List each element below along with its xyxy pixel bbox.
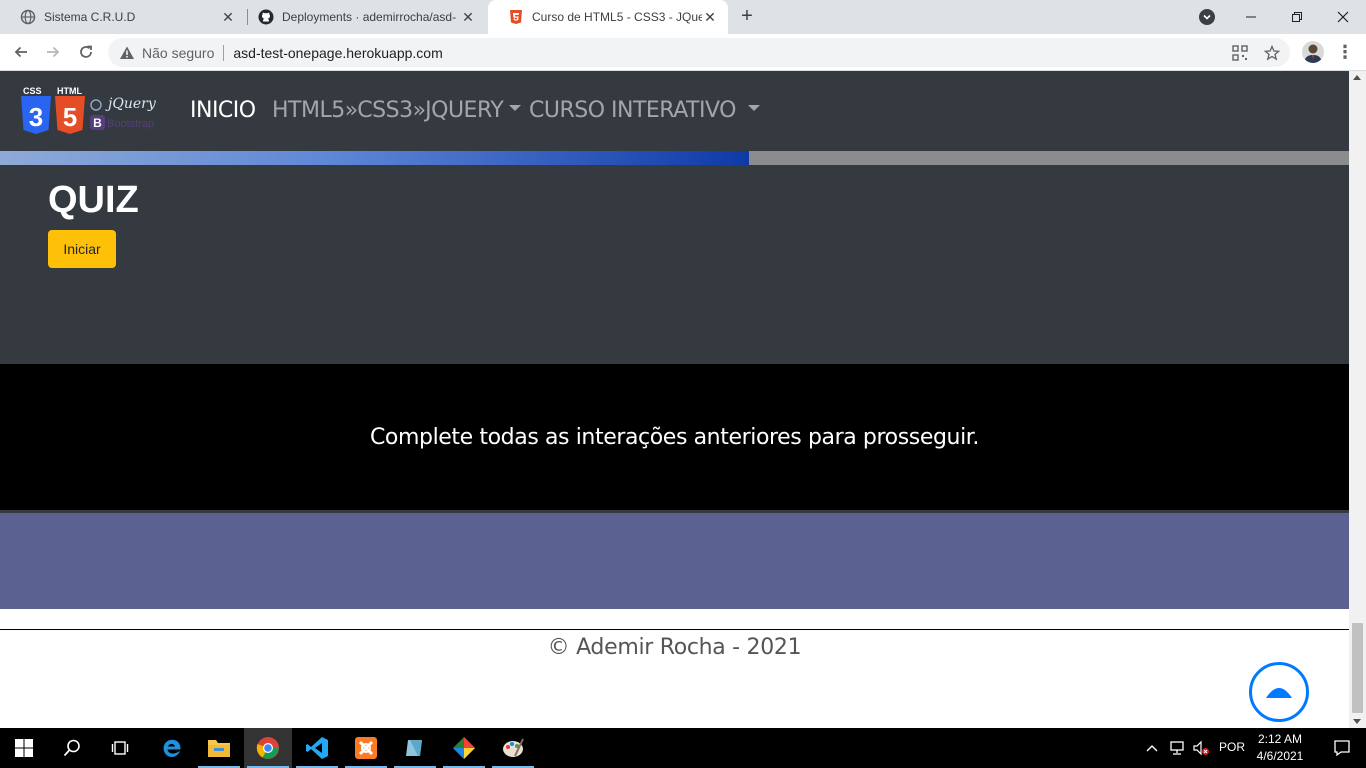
notice-text: Complete todas as interações anteriores …: [369, 424, 980, 450]
task-view-icon[interactable]: [96, 728, 144, 768]
scroll-down-icon[interactable]: [1353, 719, 1361, 724]
tab-title: Deployments · ademirrocha/asd-: [282, 10, 457, 24]
arrow-up-icon: [1264, 680, 1294, 705]
back-button[interactable]: [8, 39, 34, 65]
svg-text:B: B: [93, 116, 102, 130]
locked-notice: Complete todas as interações anteriores …: [0, 364, 1349, 510]
close-window-button[interactable]: [1320, 0, 1366, 34]
git-icon[interactable]: [440, 728, 488, 768]
svg-text:CSS: CSS: [23, 86, 42, 96]
footer-divider: [0, 629, 1349, 630]
notifications-icon[interactable]: [1318, 728, 1366, 768]
warning-icon[interactable]: [118, 44, 136, 62]
paint-icon[interactable]: [489, 728, 537, 768]
minimize-button[interactable]: [1228, 0, 1274, 34]
html5-icon: [508, 9, 524, 25]
network-icon[interactable]: [1166, 728, 1188, 768]
clock-date: 4/6/2021: [1256, 749, 1304, 763]
svg-text:jQuery: jQuery: [105, 96, 157, 112]
clock-time: 2:12 AM: [1257, 732, 1303, 746]
quiz-section: QUIZ Iniciar: [0, 165, 1349, 364]
nav-inicio[interactable]: INICIO: [190, 98, 256, 123]
footer-band: [0, 510, 1349, 609]
restore-button[interactable]: [1274, 0, 1320, 34]
tab-search-icon[interactable]: [1199, 9, 1215, 25]
windows-taskbar: POR 2:12 AM 4/6/2021: [0, 728, 1366, 768]
page-scrollbar[interactable]: [1349, 71, 1366, 728]
back-to-top-button[interactable]: [1249, 662, 1309, 722]
start-icon[interactable]: [0, 728, 48, 768]
browser-tab-strip: Sistema C.R.U.D ✕ Deployments · ademirro…: [0, 0, 1366, 34]
svg-text:Bootstrap: Bootstrap: [107, 118, 154, 130]
chrome-icon[interactable]: [244, 728, 292, 768]
nav-link-label: HTML5»CSS3»JQUERY: [272, 98, 504, 123]
tab-title: Curso de HTML5 - CSS3 - JQuery: [532, 10, 702, 24]
progress-fill: [0, 151, 749, 165]
copyright-text: © Ademir Rocha - 2021: [547, 635, 802, 660]
close-tab-icon[interactable]: ✕: [220, 9, 236, 25]
address-bar[interactable]: Não seguro asd-test-onepage.herokuapp.co…: [108, 38, 1290, 67]
nav-link-label: CURSO INTERATIVO: [529, 98, 736, 123]
browser-tab-3[interactable]: Curso de HTML5 - CSS3 - JQuery ✕: [488, 0, 728, 34]
nav-curso-interativo-dropdown[interactable]: CURSO INTERATIVO: [529, 98, 760, 123]
qr-code-icon[interactable]: [1231, 44, 1249, 62]
reload-button[interactable]: [73, 39, 99, 65]
edge-icon[interactable]: [147, 728, 195, 768]
url-text[interactable]: asd-test-onepage.herokuapp.com: [233, 45, 442, 61]
divider: [223, 44, 225, 61]
security-label[interactable]: Não seguro: [142, 45, 214, 61]
search-icon[interactable]: [48, 728, 96, 768]
browser-menu-icon[interactable]: ⋮: [1336, 42, 1354, 62]
quiz-title: QUIZ: [48, 179, 139, 221]
caret-down-icon: [509, 105, 522, 111]
language-indicator[interactable]: POR: [1219, 740, 1245, 754]
brand-logo[interactable]: CSS HTML 3 5 jQuery B Bootstrap: [20, 84, 165, 138]
site-navbar: CSS HTML 3 5 jQuery B Bootstrap INICIO H…: [0, 71, 1349, 151]
notes-icon[interactable]: [391, 728, 439, 768]
course-progress-bar: [0, 151, 1349, 165]
tab-title: Sistema C.R.U.D: [44, 10, 136, 24]
browser-tab-1[interactable]: Sistema C.R.U.D ✕: [0, 0, 246, 34]
page-viewport: CSS HTML 3 5 jQuery B Bootstrap INICIO H…: [0, 71, 1349, 728]
browser-tab-2[interactable]: Deployments · ademirrocha/asd- ✕: [238, 0, 486, 34]
volume-muted-icon[interactable]: [1190, 728, 1212, 768]
chevron-up-icon[interactable]: [1142, 728, 1162, 768]
file-explorer-icon[interactable]: [195, 728, 243, 768]
vscode-icon[interactable]: [293, 728, 341, 768]
globe-icon: [20, 9, 36, 25]
nav-link-label: INICIO: [190, 98, 256, 123]
start-quiz-button[interactable]: Iniciar: [48, 230, 116, 268]
new-tab-button[interactable]: +: [736, 6, 758, 28]
svg-text:5: 5: [63, 102, 77, 132]
close-tab-icon[interactable]: ✕: [460, 9, 476, 25]
xampp-icon[interactable]: [342, 728, 390, 768]
scrollbar-thumb[interactable]: [1352, 623, 1363, 713]
forward-button[interactable]: [40, 39, 66, 65]
avatar[interactable]: [1302, 41, 1324, 63]
close-tab-icon[interactable]: ✕: [702, 9, 718, 25]
nav-html-css-jquery-dropdown[interactable]: HTML5»CSS3»JQUERY: [272, 98, 522, 123]
svg-text:HTML: HTML: [57, 86, 82, 96]
github-icon: [258, 9, 274, 25]
scroll-up-icon[interactable]: [1353, 75, 1361, 80]
browser-toolbar: Não seguro asd-test-onepage.herokuapp.co…: [0, 34, 1366, 71]
bookmark-star-icon[interactable]: [1263, 44, 1281, 62]
system-clock[interactable]: 2:12 AM 4/6/2021: [1252, 731, 1308, 765]
svg-text:3: 3: [29, 102, 43, 132]
caret-down-icon: [747, 105, 760, 111]
